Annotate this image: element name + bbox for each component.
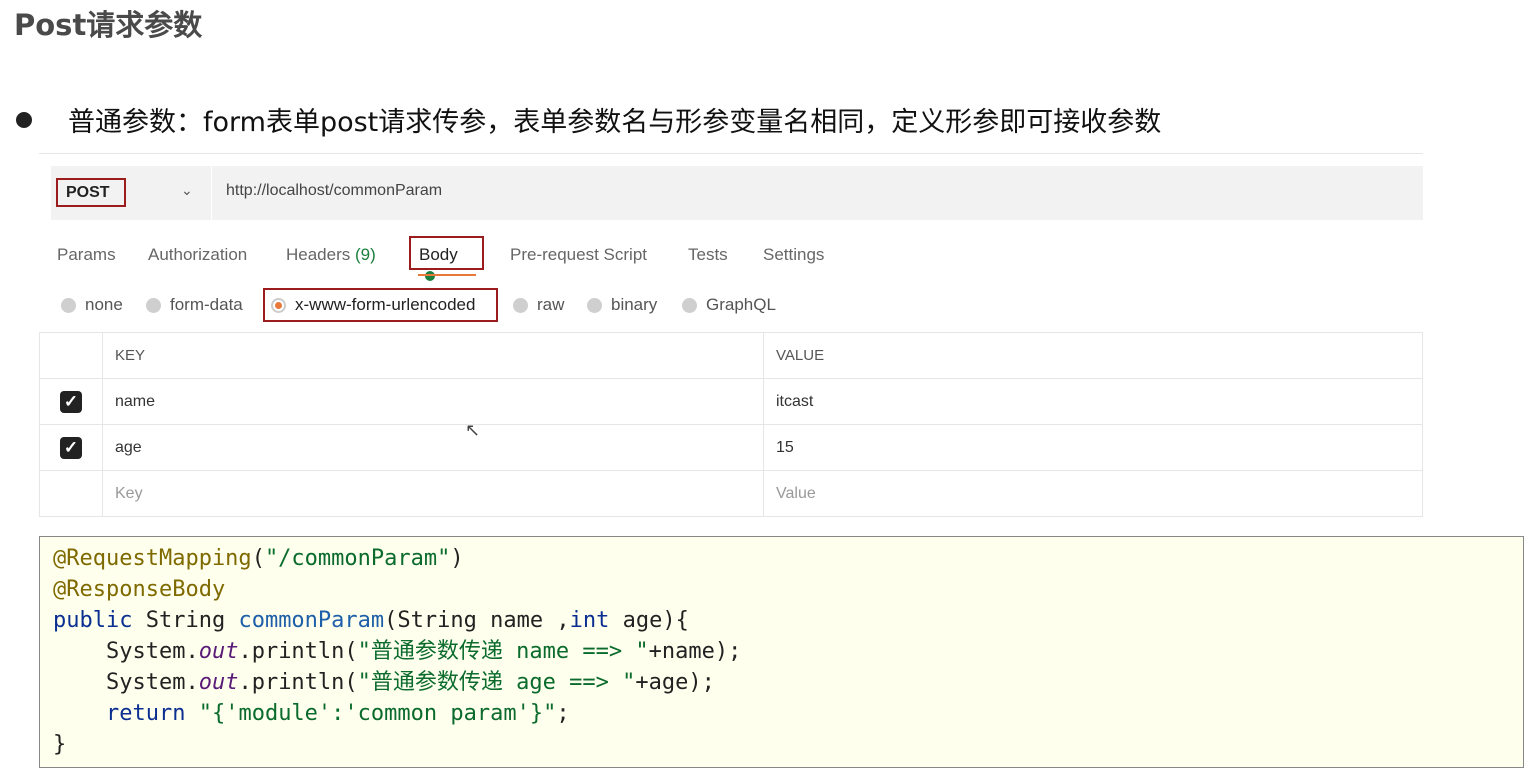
radio-circle-icon [513, 297, 528, 313]
value-input[interactable]: Value [763, 470, 1423, 517]
radio-form-data[interactable]: form-data [146, 295, 243, 315]
active-tab-underline [418, 274, 476, 276]
code-text: .println( [238, 639, 358, 664]
table-row: ✓ name itcast [39, 378, 1423, 425]
tab-headers[interactable]: Headers (9) [286, 245, 376, 265]
radio-label: raw [537, 295, 565, 314]
url-divider [211, 166, 212, 220]
code-block: @RequestMapping("/commonParam") @Respons… [39, 536, 1524, 768]
code-text: .println( [238, 670, 358, 695]
radio-label: binary [611, 295, 658, 314]
static-field: out [198, 670, 239, 695]
keyword: int [569, 608, 610, 633]
string-literal: "普通参数传递 name ==> " [357, 639, 649, 664]
code-line: System.out.println("普通参数传递 age ==> "+age… [53, 667, 1523, 698]
code-line: public String commonParam(String name ,i… [53, 605, 1523, 636]
table-header-key: KEY [102, 332, 764, 379]
method-select[interactable]: POST [56, 178, 126, 207]
radio-raw[interactable]: raw [513, 295, 564, 315]
table-header-check [39, 332, 103, 379]
radio-circle-icon [61, 297, 76, 313]
annotation: @ResponseBody [53, 577, 226, 602]
tab-settings[interactable]: Settings [763, 245, 824, 265]
tab-body[interactable]: Body [419, 245, 458, 285]
code-text: ) [450, 546, 464, 571]
code-text: +age); [635, 670, 715, 695]
radio-selected-icon [271, 297, 286, 313]
row-checkbox-cell [39, 470, 103, 517]
radio-label: none [85, 295, 123, 314]
tab-authorization[interactable]: Authorization [148, 245, 247, 265]
string-literal: "/commonParam" [264, 546, 451, 571]
code-text: +name); [648, 639, 742, 664]
bullet-item: 普通参数：form表单post请求传参，表单参数名与形参变量名相同，定义形参即可… [14, 100, 1161, 139]
radio-graphql[interactable]: GraphQL [682, 295, 776, 315]
tab-headers-label: Headers [286, 245, 351, 264]
row-value[interactable]: 15 [763, 424, 1423, 471]
radio-circle-icon [587, 297, 602, 313]
tab-params[interactable]: Params [57, 245, 116, 265]
string-literal: "普通参数传递 age ==> " [357, 670, 636, 695]
row-key[interactable]: age [102, 424, 764, 471]
chevron-down-icon[interactable]: ⌄ [181, 183, 193, 199]
url-input[interactable]: http://localhost/commonParam [226, 182, 442, 200]
table-row-new: Key Value [39, 470, 1423, 517]
bullet-text: 普通参数：form表单post请求传参，表单参数名与形参变量名相同，定义形参即可… [68, 107, 1162, 138]
code-text: } [53, 732, 67, 757]
table-header-value: VALUE [763, 332, 1423, 379]
method-label: POST [66, 183, 110, 201]
params-table: KEY VALUE ✓ name itcast ✓ age 15 Key Val… [39, 332, 1423, 517]
page-title: Post请求参数 [14, 8, 203, 42]
radio-circle-icon [682, 297, 697, 313]
row-checkbox-cell: ✓ [39, 424, 103, 471]
radio-label: GraphQL [706, 295, 776, 314]
row-value[interactable]: itcast [763, 378, 1423, 425]
string-literal: "{'module':'common param'}" [198, 701, 557, 726]
code-line: System.out.println("普通参数传递 name ==> "+na… [53, 636, 1523, 667]
row-key[interactable]: name [102, 378, 764, 425]
radio-label: x-www-form-urlencoded [295, 295, 476, 314]
code-text: System. [53, 670, 199, 695]
row-checkbox-cell: ✓ [39, 378, 103, 425]
static-field: out [198, 639, 239, 664]
code-text: age){ [609, 608, 689, 633]
tab-prerequest-script[interactable]: Pre-request Script [510, 245, 647, 265]
bullet-dot-icon [16, 111, 32, 128]
tab-body-label: Body [419, 245, 458, 264]
checkbox-checked-icon[interactable]: ✓ [60, 436, 82, 459]
keyword: return [105, 701, 186, 726]
radio-binary[interactable]: binary [587, 295, 657, 315]
code-text: ; [556, 701, 570, 726]
code-line: return "{'module':'common param'}"; [53, 698, 1523, 729]
radio-none[interactable]: none [61, 295, 123, 315]
request-url-bar: POST ⌄ http://localhost/commonParam [51, 166, 1423, 220]
keyword: public [53, 608, 133, 633]
method-name: commonParam [238, 608, 385, 633]
radio-label: form-data [170, 295, 243, 314]
checkbox-checked-icon[interactable]: ✓ [60, 390, 82, 413]
table-row: ✓ age 15 [39, 424, 1423, 471]
code-text: (String name , [384, 608, 570, 633]
radio-circle-icon [146, 297, 161, 313]
key-input[interactable]: Key [102, 470, 764, 517]
code-text: System. [53, 639, 199, 664]
code-line: @ResponseBody [53, 574, 1523, 605]
headers-count-badge: (9) [355, 245, 376, 264]
radio-x-www-form-urlencoded[interactable]: x-www-form-urlencoded [271, 295, 475, 315]
tab-tests[interactable]: Tests [688, 245, 728, 265]
code-text: String [132, 608, 239, 633]
mouse-cursor-icon: ↖ [465, 420, 481, 441]
postman-panel: POST ⌄ http://localhost/commonParam Para… [39, 153, 1423, 517]
annotation: @RequestMapping [53, 546, 252, 571]
code-text: ( [251, 546, 265, 571]
code-line: } [53, 729, 1523, 760]
table-header-row: KEY VALUE [39, 332, 1423, 379]
code-line: @RequestMapping("/commonParam") [53, 543, 1523, 574]
